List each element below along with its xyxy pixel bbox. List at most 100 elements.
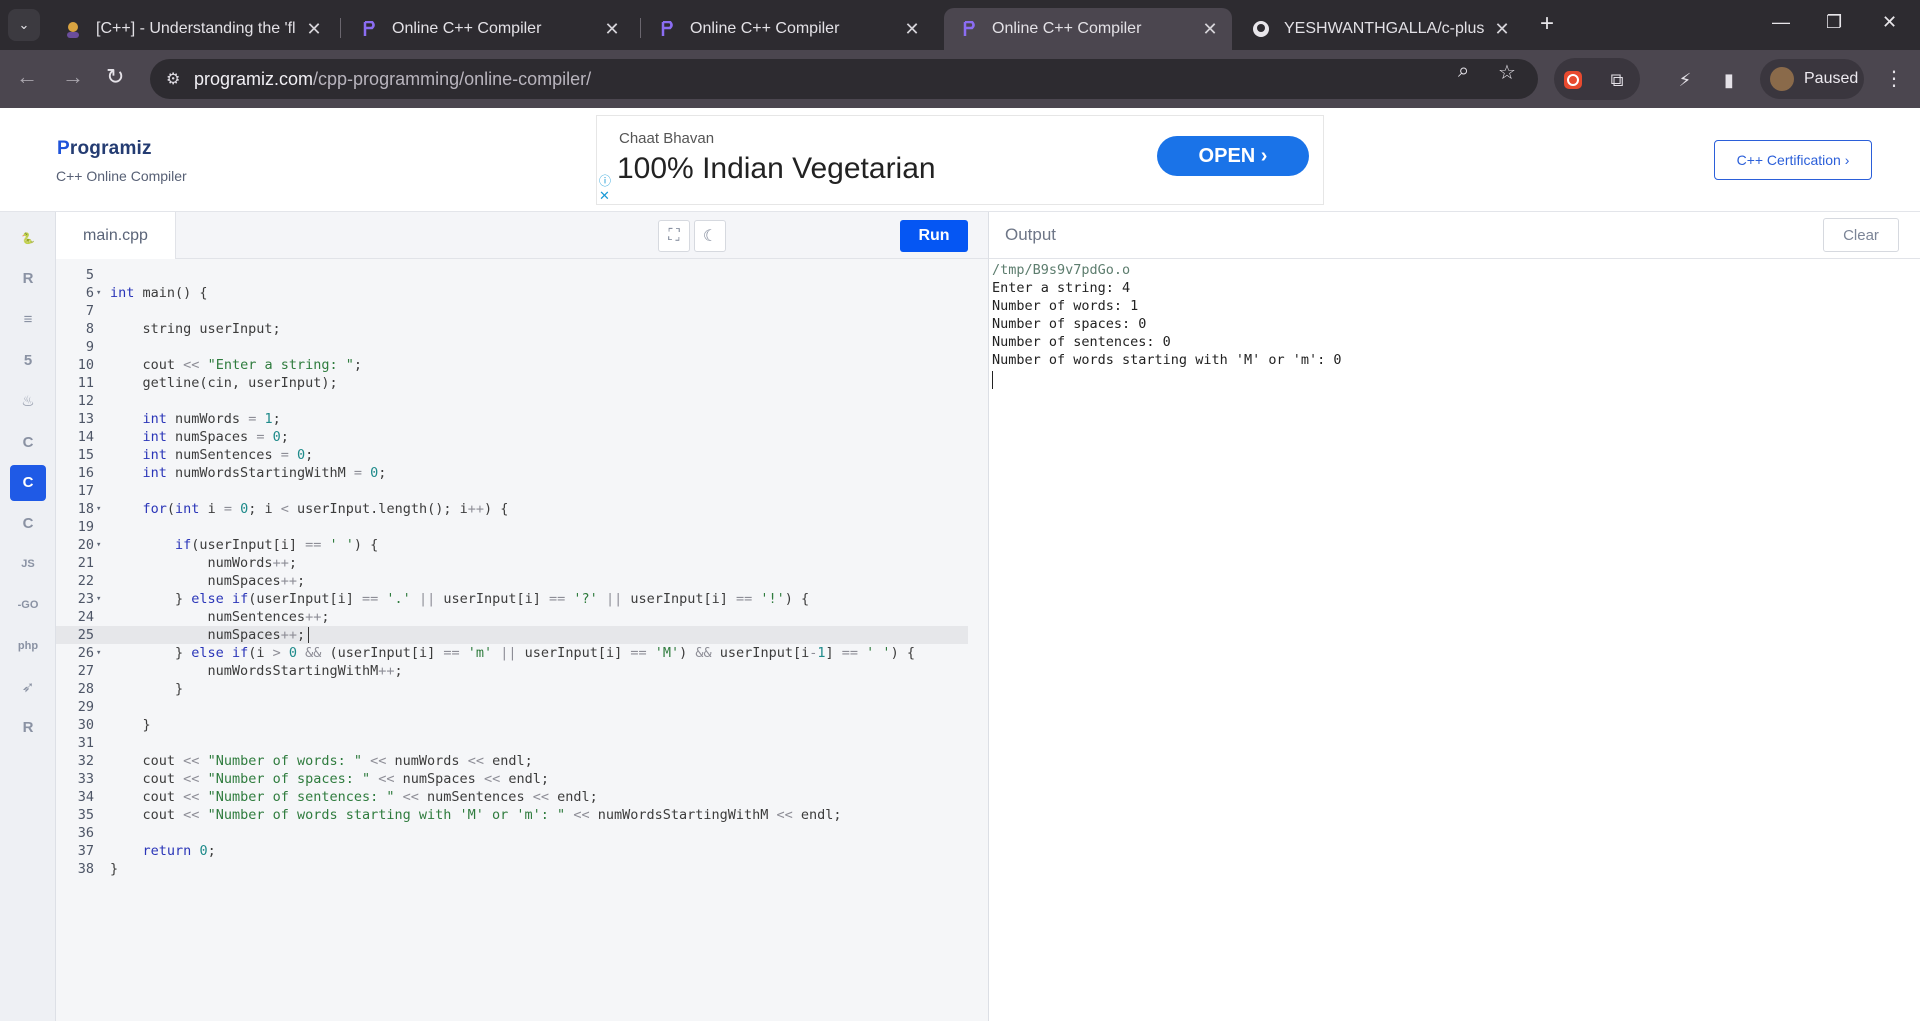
code-line[interactable]: 19 <box>56 518 968 536</box>
output-console[interactable]: /tmp/B9s9v7pdGo.o Enter a string: 4 Number… <box>989 259 1920 1021</box>
python-icon[interactable]: 🐍 <box>10 220 46 256</box>
html-icon[interactable]: 5 <box>10 342 46 378</box>
php-icon[interactable]: php <box>10 628 46 664</box>
code-line[interactable]: 9 <box>56 338 968 356</box>
extensions-puzzle-icon[interactable]: ⧉ <box>1606 69 1628 91</box>
code-line[interactable]: 16 int numWordsStartingWithM = 0; <box>56 464 968 482</box>
dark-mode-moon-icon[interactable]: ☾ <box>694 220 726 252</box>
code-line[interactable]: 7 <box>56 302 968 320</box>
code-line[interactable]: 10 cout << "Enter a string: "; <box>56 356 968 374</box>
code-line[interactable]: 27 numWordsStartingWithM++; <box>56 662 968 680</box>
cpp-certification-button[interactable]: C++ Certification › <box>1714 140 1872 180</box>
code-editor[interactable]: ▲ ▼ 56▾int main() {78 string userInput;9… <box>56 259 988 1021</box>
forward-arrow-icon[interactable]: → <box>62 64 84 90</box>
go-icon[interactable]: -GO <box>10 587 46 623</box>
close-tab-icon[interactable]: ✕ <box>304 19 324 40</box>
code-line[interactable]: 20 ▾ if(userInput[i] == ' ') { <box>56 536 968 554</box>
bookmark-star-icon[interactable]: ☆ <box>1498 60 1516 85</box>
code-line[interactable]: 11 getline(cin, userInput); <box>56 374 968 392</box>
line-number: 15 <box>77 447 94 463</box>
close-tab-icon[interactable]: ✕ <box>602 19 622 40</box>
clear-button[interactable]: Clear <box>1823 218 1899 252</box>
reload-icon[interactable]: ↻ <box>106 64 124 90</box>
fold-arrow-icon[interactable]: ▾ <box>96 644 101 662</box>
r-lang-icon[interactable]: R <box>10 261 46 297</box>
address-bar[interactable]: ⚙ programiz.com/cpp-programming/online-c… <box>150 59 1538 99</box>
code-text: } else if(i > 0 && (userInput[i] == 'm' … <box>110 645 915 661</box>
fold-arrow-icon[interactable]: ▾ <box>96 590 101 608</box>
code-line[interactable]: 36 <box>56 824 968 842</box>
code-line[interactable]: 32 cout << "Number of words: " << numWor… <box>56 752 968 770</box>
browser-tab-1[interactable]: [C++] - Understanding the 'floa ✕ <box>48 8 336 50</box>
fullscreen-icon[interactable]: ⛶ <box>658 220 690 252</box>
extension-record-icon[interactable] <box>1562 69 1584 91</box>
side-panel-icon[interactable]: ▮ <box>1718 69 1740 91</box>
code-line[interactable]: 8 string userInput; <box>56 320 968 338</box>
minimize-icon[interactable]: — <box>1772 12 1790 33</box>
code-line[interactable]: 31 <box>56 734 968 752</box>
code-line[interactable]: 33 cout << "Number of spaces: " << numSp… <box>56 770 968 788</box>
fold-arrow-icon[interactable]: ▾ <box>96 284 101 302</box>
code-line[interactable]: 21 numWords++; <box>56 554 968 572</box>
line-number: 13 <box>77 411 94 427</box>
ad-info-icon[interactable]: ⓘ <box>599 172 611 189</box>
javascript-icon[interactable]: JS <box>10 546 46 582</box>
ad-open-button[interactable]: OPEN › <box>1157 136 1309 176</box>
code-text: cout << "Number of words starting with '… <box>110 807 842 823</box>
zoom-icon[interactable]: ⌕ <box>1458 60 1469 83</box>
code-line[interactable]: 30 } <box>56 716 968 734</box>
fold-arrow-icon[interactable]: ▾ <box>96 500 101 518</box>
close-tab-icon[interactable]: ✕ <box>1492 19 1512 40</box>
back-arrow-icon[interactable]: ← <box>16 64 38 90</box>
run-button[interactable]: Run <box>900 220 968 252</box>
code-line[interactable]: 35 cout << "Number of words starting wit… <box>56 806 968 824</box>
code-line[interactable]: 23 ▾ } else if(userInput[i] == '.' || use… <box>56 590 968 608</box>
code-line[interactable]: 14 int numSpaces = 0; <box>56 428 968 446</box>
code-line[interactable]: 26 ▾ } else if(i > 0 && (userInput[i] == … <box>56 644 968 662</box>
code-line[interactable]: 38} <box>56 860 968 878</box>
code-line[interactable]: 28 } <box>56 680 968 698</box>
site-settings-icon[interactable]: ⚙ <box>166 69 194 89</box>
c-lang-icon[interactable]: C <box>10 424 46 460</box>
close-window-icon[interactable]: ✕ <box>1882 12 1897 33</box>
sql-icon[interactable]: ≡ <box>10 302 46 338</box>
code-line[interactable]: 18 ▾ for(int i = 0; i < userInput.length(… <box>56 500 968 518</box>
csharp-icon[interactable]: C <box>10 506 46 542</box>
code-line[interactable]: 37 return 0; <box>56 842 968 860</box>
rust-icon[interactable]: R <box>10 710 46 746</box>
swift-icon[interactable]: ➶ <box>10 669 46 705</box>
code-line[interactable]: 12 <box>56 392 968 410</box>
code-line[interactable]: 6 ▾ int main() { <box>56 284 968 302</box>
code-line[interactable]: 13 int numWords = 1; <box>56 410 968 428</box>
browser-menu-icon[interactable]: ⋮ <box>1884 66 1904 91</box>
code-line[interactable]: 29 <box>56 698 968 716</box>
code-line[interactable]: 5 <box>56 266 968 284</box>
restore-icon[interactable]: ❐ <box>1826 12 1842 33</box>
output-line: Number of words: 1 <box>992 298 1139 314</box>
line-number: 25 <box>77 627 94 643</box>
new-tab-plus-icon[interactable]: + <box>1540 10 1554 38</box>
code-line[interactable]: 22 numSpaces++; <box>56 572 968 590</box>
file-tab-main-cpp[interactable]: main.cpp <box>56 212 176 259</box>
programiz-logo[interactable]: Programiz <box>57 138 152 160</box>
code-line[interactable]: 34 cout << "Number of sentences: " << nu… <box>56 788 968 806</box>
advertisement-banner[interactable]: Chaat Bhavan 100% Indian Vegetarian OPEN… <box>596 115 1324 205</box>
browser-tab-5[interactable]: YESHWANTHGALLA/c-plus-plu ✕ <box>1236 8 1524 50</box>
code-line[interactable]: 17 <box>56 482 968 500</box>
close-tab-icon[interactable]: ✕ <box>902 19 922 40</box>
code-line[interactable]: 15 int numSentences = 0; <box>56 446 968 464</box>
cpp-lang-icon[interactable]: C <box>10 464 46 501</box>
java-icon[interactable]: ♨ <box>10 383 46 419</box>
browser-tab-2[interactable]: Online C++ Compiler ✕ <box>344 8 634 50</box>
profile-button[interactable]: Paused <box>1760 59 1864 99</box>
ad-headline: 100% Indian Vegetarian <box>617 152 936 185</box>
tab-search-button[interactable]: ⌄ <box>8 9 40 41</box>
ad-close-icon[interactable]: ✕ <box>599 188 610 204</box>
close-tab-icon[interactable]: ✕ <box>1200 19 1220 40</box>
fold-arrow-icon[interactable]: ▾ <box>96 536 101 554</box>
browser-tab-4-active[interactable]: Online C++ Compiler ✕ <box>944 8 1232 50</box>
code-line[interactable]: 24 numSentences++; <box>56 608 968 626</box>
code-line[interactable]: 25 numSpaces++; <box>56 626 968 644</box>
performance-icon[interactable]: ⚡ <box>1674 69 1696 91</box>
browser-tab-3[interactable]: Online C++ Compiler ✕ <box>642 8 934 50</box>
